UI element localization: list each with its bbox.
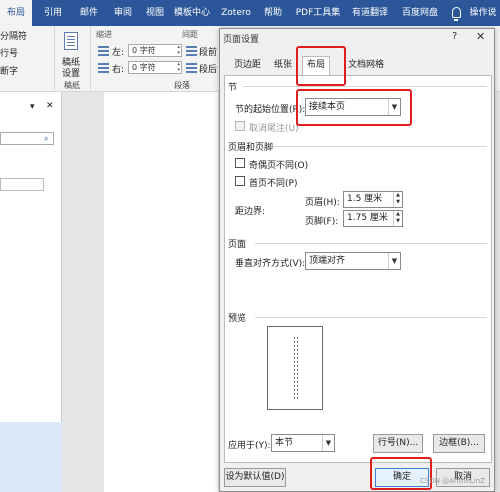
footer-distance-label: 页脚(F): <box>305 217 339 227</box>
document-page[interactable] <box>104 92 218 492</box>
tell-me-search[interactable]: 操作说 <box>466 0 500 26</box>
paragraph-group-label: 段落 <box>174 81 190 90</box>
spacing-after-icon <box>186 63 197 73</box>
indent-left-label: 左: <box>112 48 125 58</box>
tab-review[interactable]: 审阅 <box>108 0 138 26</box>
nav-collapse-icon[interactable]: ▾ <box>30 102 35 112</box>
set-as-default-button[interactable]: 设为默认值(D) <box>224 468 286 487</box>
chevron-down-icon: ▼ <box>322 435 334 451</box>
section-heading: 节 <box>228 83 238 93</box>
indent-left-icon <box>98 46 109 56</box>
suppress-endnotes-label: 取消尾注(U) <box>249 124 299 134</box>
tab-references[interactable]: 引用 <box>38 0 68 26</box>
tab-margins[interactable]: 页边距 <box>230 57 265 75</box>
close-button[interactable]: ✕ <box>476 30 485 43</box>
dialog-title: 页面设置 <box>223 35 260 45</box>
nav-close-icon[interactable]: ✕ <box>46 101 54 111</box>
tab-layout[interactable]: 布局 <box>0 0 32 26</box>
suppress-endnotes-checkbox[interactable] <box>235 121 245 131</box>
vertical-align-label: 垂直对齐方式(V): <box>235 259 306 269</box>
nav-filter-box[interactable] <box>0 178 44 191</box>
spacing-after-label[interactable]: 段后 <box>199 62 217 75</box>
header-distance-label: 页眉(H): <box>305 198 340 208</box>
section-divider <box>255 317 487 318</box>
tab-youdao-translate[interactable]: 有道翻译 <box>348 0 392 26</box>
chevron-down-icon: ▼ <box>388 253 400 269</box>
line-number-button[interactable]: 行号 <box>0 46 18 59</box>
tab-zotero[interactable]: Zotero <box>218 0 254 26</box>
highlight-ok-button <box>370 457 432 490</box>
odd-even-label: 奇偶页不同(O) <box>249 161 309 171</box>
separator-button[interactable]: 分隔符 <box>0 29 27 42</box>
search-icon[interactable]: ⌕ <box>44 134 48 144</box>
line-numbers-button[interactable]: 行号(N)... <box>373 434 423 453</box>
nav-search-input[interactable]: ⌕ <box>0 132 54 145</box>
section-divider <box>243 86 487 87</box>
tab-paper[interactable]: 纸张 <box>270 57 296 75</box>
footer-distance-value: 1.75 厘米 <box>347 213 388 223</box>
apply-to-value: 本节 <box>275 438 294 448</box>
from-edge-label: 距边界: <box>235 207 266 217</box>
group-divider <box>90 26 91 90</box>
section-divider <box>273 146 487 147</box>
tab-view[interactable]: 视图 <box>140 0 170 26</box>
borders-button[interactable]: 边框(B)... <box>433 434 485 453</box>
headers-footers-heading: 页眉和页脚 <box>228 143 274 153</box>
indent-right-icon <box>98 63 109 73</box>
spinner-icon[interactable]: ▲ ▼ <box>393 192 402 207</box>
tab-pdf-tools[interactable]: PDF工具集 <box>294 0 342 26</box>
tab-baidu-netdisk[interactable]: 百度网盘 <box>398 0 442 26</box>
tab-help[interactable]: 帮助 <box>260 0 286 26</box>
manuscript-group-label: 稿纸 <box>64 81 80 90</box>
section-divider <box>255 243 487 244</box>
spinner-icon[interactable]: ▲ ▼ <box>393 211 402 226</box>
vertical-align-value: 顶端对齐 <box>309 256 346 266</box>
indent-label: 缩进 <box>96 30 112 39</box>
navigation-pane: ▾ ✕ ⌕ <box>0 92 62 492</box>
apply-to-label: 应用于(Y): <box>228 441 271 451</box>
indent-right-input[interactable]: 0 字符 <box>128 61 182 74</box>
manuscript-icon <box>64 32 78 50</box>
tab-document-grid[interactable]: 文档网格 <box>344 57 388 75</box>
vertical-align-select[interactable]: 顶端对齐 ▼ <box>305 252 401 270</box>
indent-left-input[interactable]: 0 字符 <box>128 44 182 57</box>
lightbulb-icon <box>452 7 461 21</box>
tab-template-center[interactable]: 模板中心 <box>170 0 214 26</box>
page-heading: 页面 <box>228 240 247 250</box>
first-page-checkbox[interactable] <box>235 176 245 186</box>
footer-distance-input[interactable]: 1.75 厘米 ▲ ▼ <box>343 210 403 227</box>
watermark: CSDN @AntheLinZ <box>420 477 485 485</box>
first-page-label: 首页不同(P) <box>249 179 298 189</box>
help-button[interactable]: ? <box>452 31 457 42</box>
manuscript-setup-button-line2[interactable]: 设置 <box>62 66 80 79</box>
layout-panel: 节 节的起始位置(R): 接续本页 ▼ 取消尾注(U) 页眉和页脚 奇偶页不同(… <box>224 75 492 463</box>
page-preview <box>267 326 323 410</box>
highlight-layout-tab <box>296 46 346 86</box>
preview-heading: 预览 <box>228 314 247 324</box>
highlight-section-start <box>296 89 412 126</box>
spacing-before-label[interactable]: 段前 <box>199 45 217 58</box>
preview-text-lines <box>278 337 314 399</box>
header-distance-input[interactable]: 1.5 厘米 ▲ ▼ <box>343 191 403 208</box>
indent-right-label: 右: <box>112 65 125 75</box>
apply-to-select[interactable]: 本节 ▼ <box>271 434 335 452</box>
section-start-label: 节的起始位置(R): <box>235 105 306 115</box>
group-divider <box>54 26 55 90</box>
ribbon-tab-bar: 布局 引用 邮件 审阅 视图 模板中心 Zotero 帮助 PDF工具集 有道翻… <box>0 0 500 26</box>
hyphenation-button[interactable]: 断字 <box>0 64 18 77</box>
nav-selected-region <box>0 422 62 492</box>
odd-even-checkbox[interactable] <box>235 158 245 168</box>
spacing-label: 间距 <box>182 30 198 39</box>
tab-mailings[interactable]: 邮件 <box>74 0 104 26</box>
header-distance-value: 1.5 厘米 <box>347 194 383 204</box>
spacing-before-icon <box>186 46 197 56</box>
